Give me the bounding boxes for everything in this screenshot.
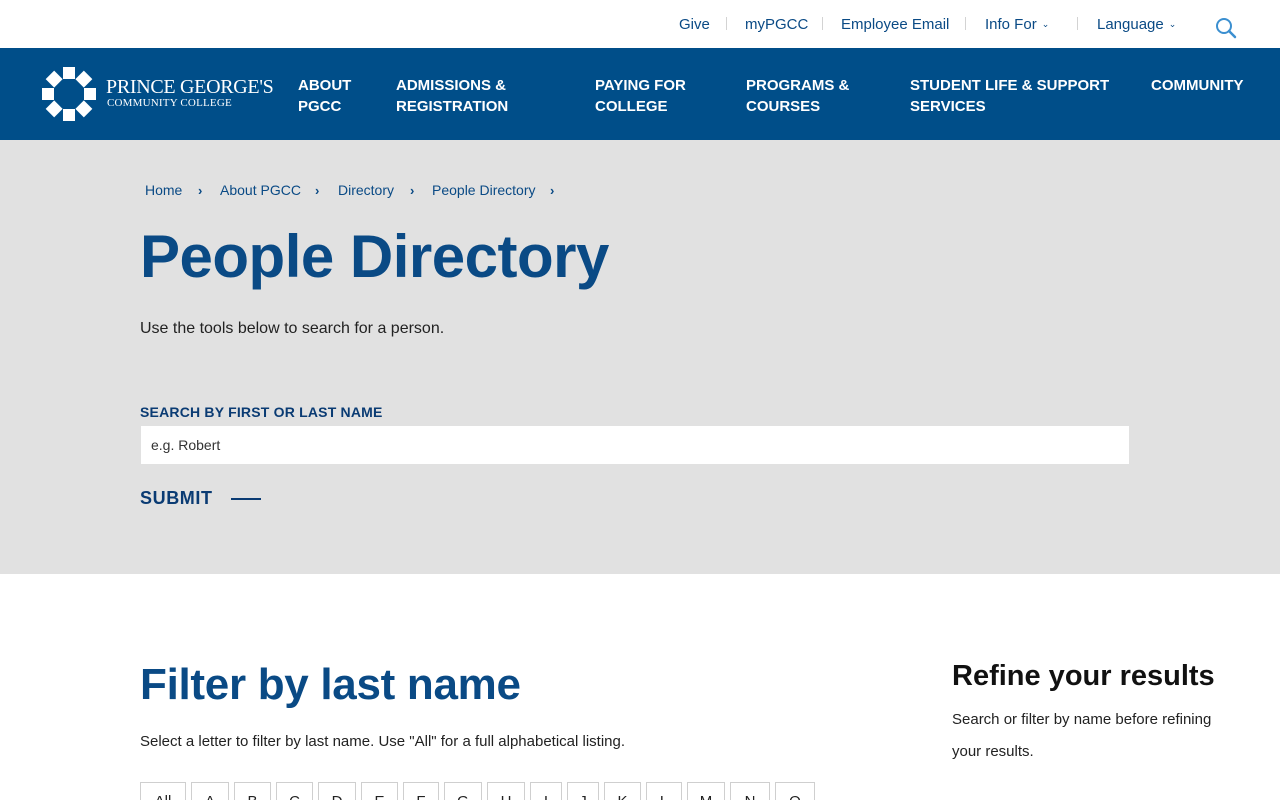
utility-divider bbox=[1077, 17, 1078, 30]
breadcrumb-about-pgcc[interactable]: About PGCC bbox=[220, 182, 301, 198]
language-dropdown[interactable]: Language ⌄ bbox=[1097, 16, 1176, 33]
nav-admissions-registration[interactable]: ADMISSIONS & REGISTRATION bbox=[396, 75, 508, 117]
hero-section: Home › About PGCC › Directory › People D… bbox=[0, 140, 1280, 574]
mypgcc-link[interactable]: myPGCC bbox=[745, 16, 808, 33]
page-intro: Use the tools below to search for a pers… bbox=[140, 320, 445, 337]
letter-filter-j[interactable]: J bbox=[567, 782, 599, 800]
submit-button[interactable]: SUBMIT bbox=[140, 488, 213, 509]
main-navigation: PRINCE GEORGE'S COMMUNITY COLLEGE ABOUT … bbox=[0, 48, 1280, 140]
nav-paying-for-college[interactable]: PAYING FOR COLLEGE bbox=[595, 75, 686, 117]
letter-filter-o[interactable]: O bbox=[775, 782, 815, 800]
chevron-down-icon: ⌄ bbox=[1168, 19, 1177, 29]
nav-label: PROGRAMS & bbox=[746, 77, 850, 94]
language-label: Language bbox=[1097, 16, 1164, 33]
chevron-down-icon: ⌄ bbox=[1041, 19, 1050, 29]
nav-student-life-support[interactable]: STUDENT LIFE & SUPPORT SERVICES bbox=[910, 75, 1109, 117]
nav-label: COMMUNITY bbox=[1151, 77, 1244, 94]
utility-divider bbox=[965, 17, 966, 30]
nav-programs-courses[interactable]: PROGRAMS & COURSES bbox=[746, 75, 849, 117]
chevron-right-icon: › bbox=[410, 183, 415, 198]
breadcrumb-home[interactable]: Home bbox=[145, 182, 182, 198]
utility-divider bbox=[822, 17, 823, 30]
name-search-input[interactable] bbox=[140, 425, 1130, 465]
nav-label: COURSES bbox=[746, 98, 821, 115]
letter-filter-a[interactable]: A bbox=[191, 782, 229, 800]
college-logo[interactable]: PRINCE GEORGE'S COMMUNITY COLLEGE bbox=[40, 64, 274, 124]
nav-label: REGISTRATION bbox=[396, 98, 509, 115]
letter-filter-e[interactable]: E bbox=[361, 782, 398, 800]
search-label: SEARCH BY FIRST OR LAST NAME bbox=[140, 404, 383, 420]
refine-title: Refine your results bbox=[952, 660, 1215, 692]
employee-email-link[interactable]: Employee Email bbox=[841, 16, 949, 33]
chevron-right-icon: › bbox=[198, 183, 203, 198]
filter-description: Select a letter to filter by last name. … bbox=[140, 733, 626, 750]
letter-filter-k[interactable]: K bbox=[604, 782, 641, 800]
info-for-dropdown[interactable]: Info For ⌄ bbox=[985, 16, 1049, 33]
nav-label: PAYING FOR bbox=[595, 77, 686, 94]
letter-filter-l[interactable]: L bbox=[646, 782, 682, 800]
letter-filter-m[interactable]: M bbox=[687, 782, 725, 800]
refine-description: Search or filter by name before refining… bbox=[952, 711, 1212, 760]
nav-label: ADMISSIONS & bbox=[396, 77, 507, 94]
nav-label: ABOUT bbox=[298, 77, 352, 94]
chevron-right-icon: › bbox=[550, 183, 555, 198]
nav-about-pgcc[interactable]: ABOUT PGCC bbox=[298, 75, 351, 117]
page-title: People Directory bbox=[140, 223, 609, 290]
nav-community[interactable]: COMMUNITY bbox=[1151, 75, 1244, 96]
logo-name: PRINCE GEORGE'S bbox=[106, 76, 274, 98]
logo-subtitle: COMMUNITY COLLEGE bbox=[107, 97, 232, 109]
letter-filter-f[interactable]: F bbox=[403, 782, 439, 800]
give-link[interactable]: Give bbox=[679, 16, 710, 33]
logo-mark-icon bbox=[42, 67, 96, 121]
letter-filter-d[interactable]: D bbox=[318, 782, 356, 800]
search-icon[interactable] bbox=[1214, 16, 1238, 40]
breadcrumb-people-directory[interactable]: People Directory bbox=[432, 182, 536, 198]
utility-bar: Give myPGCC Employee Email Info For ⌄ Lan… bbox=[0, 0, 1280, 48]
chevron-right-icon: › bbox=[315, 183, 320, 198]
letter-filter-c[interactable]: C bbox=[276, 782, 313, 800]
letter-filter-all[interactable]: All bbox=[140, 782, 186, 800]
letter-filter-g[interactable]: G bbox=[444, 782, 482, 800]
submit-line-decoration bbox=[231, 498, 261, 500]
utility-divider bbox=[726, 17, 727, 30]
filter-title: Filter by last name bbox=[140, 660, 521, 709]
letter-filter-i[interactable]: I bbox=[530, 782, 562, 800]
letter-filter-n[interactable]: N bbox=[730, 782, 770, 800]
nav-label: PGCC bbox=[298, 98, 342, 115]
nav-label: SERVICES bbox=[910, 98, 986, 115]
nav-label: COLLEGE bbox=[595, 98, 668, 115]
nav-label: STUDENT LIFE & SUPPORT bbox=[910, 77, 1110, 94]
letter-filter-h[interactable]: H bbox=[487, 782, 525, 800]
letter-filter-b[interactable]: B bbox=[234, 782, 271, 800]
info-for-label: Info For bbox=[985, 16, 1037, 33]
breadcrumb-directory[interactable]: Directory bbox=[338, 182, 394, 198]
